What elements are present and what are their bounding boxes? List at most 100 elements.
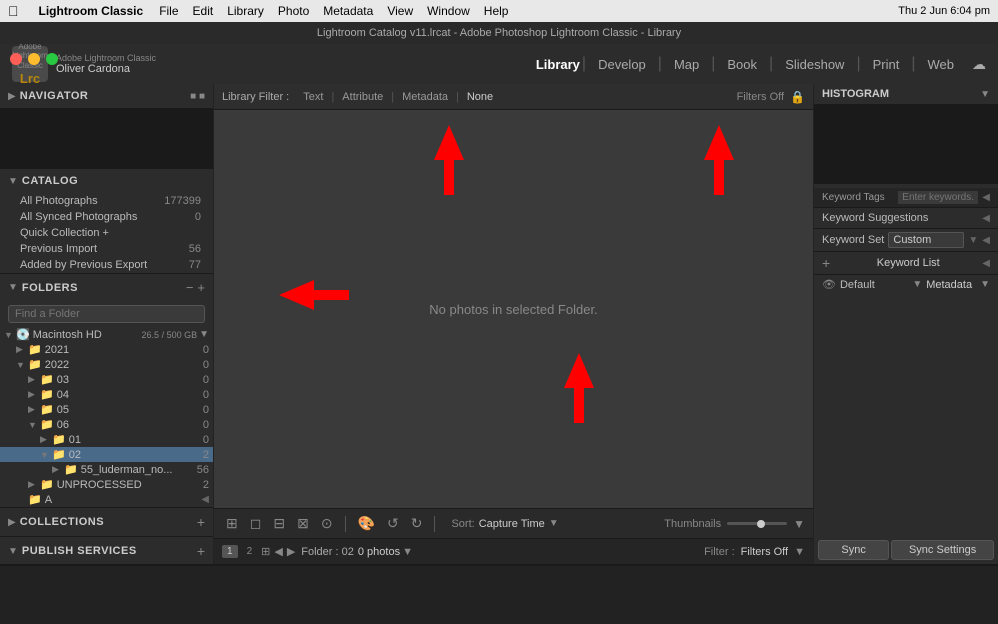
folder-a-collapse[interactable]: ◀ (201, 494, 209, 505)
close-button[interactable] (10, 53, 22, 65)
metadata-expand-icon[interactable]: ▼ (980, 279, 990, 290)
metadata-eye-icon[interactable]: 👁 (822, 278, 836, 291)
sync-button[interactable]: Sync (818, 540, 889, 560)
page-1-button[interactable]: 1 (222, 545, 238, 558)
nav-sep-1: | (582, 55, 586, 73)
folder-04-count: 0 (189, 389, 209, 401)
page-2-button[interactable]: 2 (242, 545, 258, 558)
library-nav[interactable]: Library (536, 57, 580, 72)
metadata-label: Metadata (926, 279, 972, 291)
folder-02-icon: 📁 (52, 448, 66, 461)
spray-tool-button[interactable]: 🎨 (354, 513, 379, 534)
filter-dropdown-icon[interactable]: ▼ (794, 546, 805, 558)
app-menu-item[interactable]: Lightroom Classic (39, 4, 144, 18)
loupe-view-button[interactable]: ◻ (246, 513, 266, 534)
metadata-preset-value[interactable]: Default (840, 279, 908, 291)
center-content: Library Filter : Text | Attribute | Meta… (214, 84, 813, 564)
help-menu[interactable]: Help (484, 4, 509, 18)
folder-2021[interactable]: ▶ 📁 2021 0 (0, 342, 213, 357)
filter-text-option[interactable]: Text (297, 89, 329, 105)
drive-dropdown-icon[interactable]: ▼ (199, 329, 209, 340)
survey-view-button[interactable]: ⊠ (293, 513, 313, 534)
folder-55-luderman[interactable]: ▶ 📁 55_luderman_no... 56 (0, 462, 213, 477)
library-menu[interactable]: Library (227, 4, 264, 18)
thumbnails-dropdown-icon[interactable]: ▼ (793, 517, 805, 531)
catalog-item-all-photos[interactable]: All Photographs 177399 (0, 193, 213, 209)
sort-dropdown-icon[interactable]: ▼ (549, 518, 559, 529)
folder-05[interactable]: ▶ 📁 05 0 (0, 402, 213, 417)
catalog-item-quick-collection[interactable]: Quick Collection + (0, 225, 213, 241)
window-controls[interactable] (10, 53, 58, 65)
folder-55-icon: 📁 (64, 463, 78, 476)
keyword-set-dropdown-icon[interactable]: ▼ (968, 235, 978, 246)
filter-lock-icon[interactable]: 🔒 (790, 90, 805, 104)
window-menu[interactable]: Window (427, 4, 470, 18)
sort-value[interactable]: Capture Time (479, 518, 545, 530)
filter-attribute-option[interactable]: Attribute (336, 89, 389, 105)
sync-settings-button[interactable]: Sync Settings (891, 540, 994, 560)
publish-services-header[interactable]: ▼ Publish Services + (0, 537, 213, 564)
map-nav[interactable]: Map (664, 53, 709, 76)
folder-info: Folder : 02 (301, 546, 354, 558)
catalog-item-added-by-export[interactable]: Added by Previous Export 77 (0, 257, 213, 273)
thumbnail-slider[interactable] (727, 522, 787, 525)
filter-none-option[interactable]: None (461, 89, 499, 105)
histogram-expand-icon[interactable]: ▼ (980, 89, 990, 100)
catalog-label-synced: All Synced Photographs (20, 211, 171, 223)
keyword-suggestions-row[interactable]: Keyword Suggestions ◀ (814, 207, 998, 228)
histogram-header[interactable]: Histogram ▼ (814, 84, 998, 104)
navigator-header[interactable]: ▶ Navigator ■ ■ (0, 84, 213, 108)
rotate-left-button[interactable]: ↺ (383, 513, 403, 534)
folder-unprocessed[interactable]: ▶ 📁 UNPROCESSED 2 (0, 477, 213, 492)
folder-a[interactable]: 📁 A ◀ (0, 492, 213, 507)
back-button[interactable]: ◀ (274, 545, 282, 558)
keyword-tags-input[interactable] (898, 191, 978, 204)
collections-header[interactable]: ▶ Collections + (0, 508, 213, 536)
minimize-button[interactable] (28, 53, 40, 65)
grid-view-button[interactable]: ⊞ (222, 513, 242, 534)
print-nav[interactable]: Print (863, 53, 910, 76)
book-nav[interactable]: Book (717, 53, 767, 76)
rotate-right-button[interactable]: ↻ (407, 513, 427, 534)
develop-nav[interactable]: Develop (588, 53, 656, 76)
folder-03[interactable]: ▶ 📁 03 0 (0, 372, 213, 387)
maximize-button[interactable] (46, 53, 58, 65)
apple-menu[interactable]:  (8, 3, 19, 19)
forward-button[interactable]: ▶ (287, 545, 295, 558)
edit-menu[interactable]: Edit (193, 4, 214, 18)
drive-item[interactable]: ▼ 💽 Macintosh HD 26.5 / 500 GB ▼ (0, 327, 213, 342)
collections-add-button[interactable]: + (197, 514, 205, 530)
cloud-icon[interactable]: ☁ (972, 56, 986, 73)
folder-02[interactable]: ▼ 📁 02 2 (0, 447, 213, 462)
develop-view-button[interactable]: ⊙ (317, 513, 337, 534)
photo-menu[interactable]: Photo (278, 4, 309, 18)
filmstrip-grid-icon[interactable]: ⊞ (261, 545, 270, 558)
catalog-item-synced[interactable]: All Synced Photographs 0 (0, 209, 213, 225)
drive-expand-arrow: ▼ (4, 330, 16, 340)
folders-plus-button[interactable]: + (197, 280, 205, 295)
folder-01[interactable]: ▶ 📁 01 0 (0, 432, 213, 447)
folders-actions: − + (186, 280, 205, 295)
catalog-item-previous-import[interactable]: Previous Import 56 (0, 241, 213, 257)
filter-metadata-option[interactable]: Metadata (396, 89, 454, 105)
metadata-preset-dropdown[interactable]: ▼ (912, 279, 922, 290)
compare-view-button[interactable]: ⊟ (269, 513, 289, 534)
file-menu[interactable]: File (159, 4, 178, 18)
photos-count[interactable]: 0 photos (358, 546, 400, 558)
slideshow-nav[interactable]: Slideshow (775, 53, 854, 76)
drive-icon: 💽 (16, 328, 30, 341)
folders-minus-button[interactable]: − (186, 280, 194, 295)
web-nav[interactable]: Web (918, 53, 965, 76)
folder-06[interactable]: ▼ 📁 06 0 (0, 417, 213, 432)
metadata-menu[interactable]: Metadata (323, 4, 373, 18)
keyword-list-plus-button[interactable]: + (822, 255, 830, 271)
view-menu[interactable]: View (387, 4, 413, 18)
folders-header[interactable]: ▼ Folders − + (0, 274, 213, 301)
keyword-set-value[interactable]: Custom (888, 232, 964, 248)
folder-search-input[interactable] (8, 305, 205, 323)
catalog-header[interactable]: ▼ Catalog (0, 169, 213, 193)
photos-dropdown-icon[interactable]: ▼ (402, 546, 413, 558)
folder-2022[interactable]: ▼ 📁 2022 0 (0, 357, 213, 372)
folder-04[interactable]: ▶ 📁 04 0 (0, 387, 213, 402)
publish-services-add-button[interactable]: + (197, 543, 205, 559)
